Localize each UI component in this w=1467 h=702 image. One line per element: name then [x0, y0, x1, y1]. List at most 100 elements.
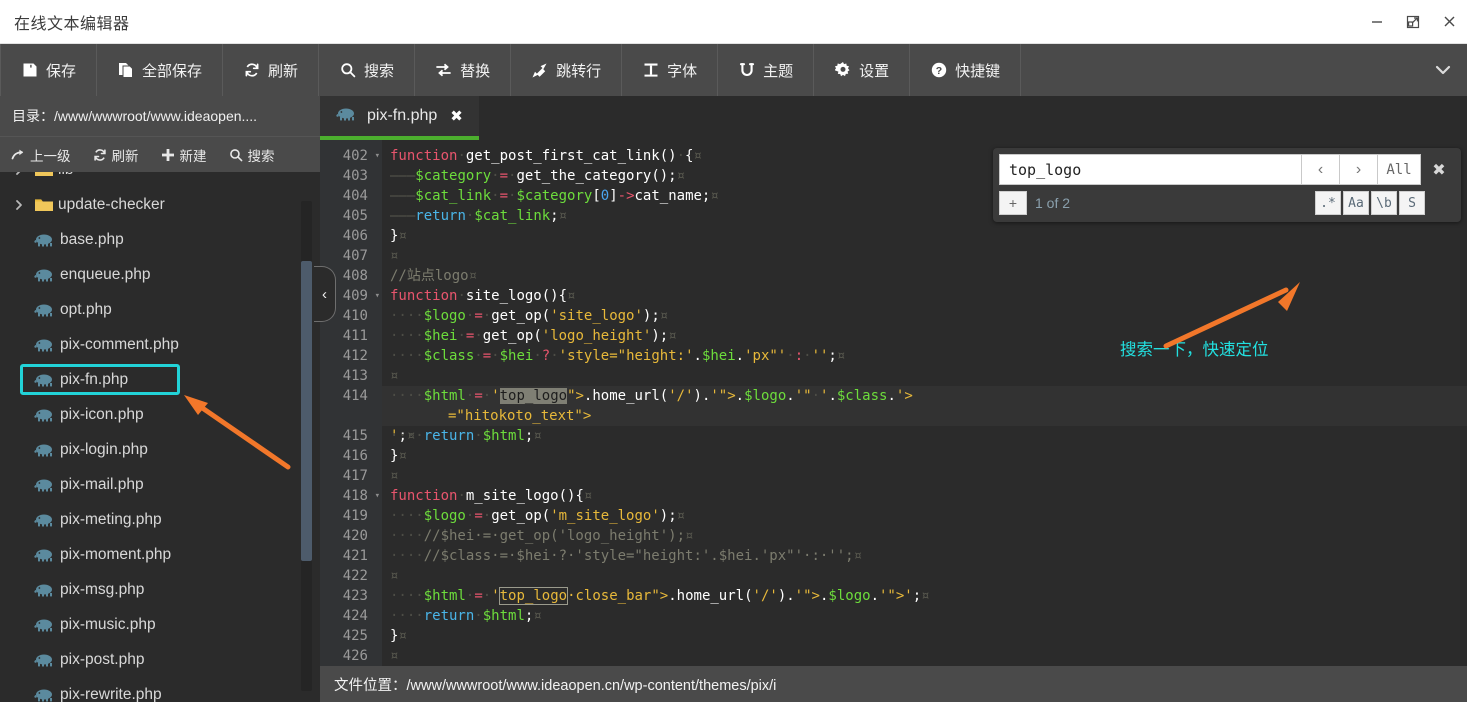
toolbar-label: 保存	[46, 62, 77, 80]
sidebar-scrollbar-thumb[interactable]	[301, 261, 312, 561]
sidebar-toolbar: 上一级 刷新 新建 搜索	[0, 136, 320, 172]
toolbar-expand-button[interactable]	[1419, 44, 1467, 96]
toolbar-save-button[interactable]: 保存	[0, 44, 98, 96]
code-line[interactable]: ····$hei·=·get_op('logo_height');¤	[382, 326, 1467, 346]
minimize-button[interactable]	[1359, 0, 1395, 44]
find-close-button[interactable]: ✖	[1421, 154, 1457, 185]
maximize-button[interactable]	[1395, 0, 1431, 44]
title-bar: 在线文本编辑器	[0, 0, 1467, 44]
code-line[interactable]: ¤	[382, 566, 1467, 586]
line-number: 420	[342, 528, 368, 544]
toolbar-goto-line-button[interactable]: 跳转行	[511, 44, 623, 96]
toolbar-settings-button[interactable]: 设置	[814, 44, 911, 96]
code-line[interactable]: ····$html·=·'top_logo">.home_url('/').'"…	[382, 386, 1467, 406]
toolbar-search-button[interactable]: 搜索	[319, 44, 416, 96]
file-tree-item-file[interactable]: pix-music.php	[0, 607, 320, 642]
find-next-button[interactable]: ›	[1339, 154, 1377, 185]
code-line[interactable]: ····$class·=·$hei·?·'style="height:'.$he…	[382, 346, 1467, 366]
code-line[interactable]: ····$logo·=·get_op('site_logo');¤	[382, 306, 1467, 326]
file-tree-item-folder[interactable]: update-checker	[0, 187, 320, 222]
file-tree-item-file[interactable]: base.php	[0, 222, 320, 257]
file-tree-item-file[interactable]: pix-mail.php	[0, 467, 320, 502]
tab-pix-fn-php[interactable]: pix-fn.php ✖	[320, 96, 479, 140]
code-line[interactable]: ····$logo·=·get_op('m_site_logo');¤	[382, 506, 1467, 526]
code-line[interactable]: function·m_site_logo(){¤	[382, 486, 1467, 506]
file-tree-item-file[interactable]: pix-rewrite.php	[0, 677, 320, 702]
file-tree-item-file[interactable]: pix-login.php	[0, 432, 320, 467]
line-number: 422	[342, 568, 368, 584]
code-line[interactable]: ····return·$html;¤	[382, 606, 1467, 626]
replace-icon	[435, 62, 452, 79]
find-input[interactable]: top_logo	[999, 154, 1301, 185]
main-toolbar: 保存 全部保存 刷新 搜索 替换 跳转行 字体 主题 设置 ? 快捷键	[0, 44, 1467, 96]
file-tree-item-file[interactable]: pix-msg.php	[0, 572, 320, 607]
app-title: 在线文本编辑器	[14, 15, 130, 33]
tab-close-icon[interactable]: ✖	[450, 107, 463, 125]
toolbar-font-button[interactable]: 字体	[622, 44, 719, 96]
code-line[interactable]: function·site_logo(){¤	[382, 286, 1467, 306]
code-line[interactable]: ····//$hei·=·get_op('logo_height');¤	[382, 526, 1467, 546]
plus-icon	[161, 148, 175, 162]
find-panel-row-secondary: + 1 of 2 .* Aa \b S	[999, 190, 1457, 216]
line-number	[320, 406, 382, 426]
close-button[interactable]	[1431, 0, 1467, 44]
code-line[interactable]: }¤	[382, 626, 1467, 646]
line-number: 406	[342, 228, 368, 244]
php-elephant-icon	[30, 303, 60, 317]
selection-toggle[interactable]: S	[1399, 191, 1425, 215]
sidebar-scrollbar[interactable]	[301, 201, 312, 691]
line-number: 418	[320, 486, 382, 506]
find-all-button[interactable]: All	[1377, 154, 1421, 185]
sidebar-up-level-button[interactable]: 上一级	[0, 137, 82, 172]
folder-icon	[30, 172, 58, 178]
php-elephant-icon	[30, 688, 60, 702]
code-line[interactable]: ¤	[382, 366, 1467, 386]
file-tree: lib update-checker base.php enqueue.php opt.…	[0, 172, 320, 702]
file-tree-item-file[interactable]: pix-meting.php	[0, 502, 320, 537]
toolbar-refresh-button[interactable]: 刷新	[223, 44, 320, 96]
gear-icon	[834, 62, 851, 79]
code-line[interactable]: }¤	[382, 226, 1467, 246]
file-tree-item-file[interactable]: pix-post.php	[0, 642, 320, 677]
save-all-icon	[117, 62, 134, 79]
file-tree-item-folder[interactable]: lib	[0, 172, 320, 187]
regex-toggle[interactable]: .*	[1315, 191, 1341, 215]
toolbar-replace-button[interactable]: 替换	[415, 44, 512, 96]
search-icon	[339, 62, 356, 79]
toolbar-theme-button[interactable]: 主题	[718, 44, 815, 96]
file-tree-item-file[interactable]: pix-moment.php	[0, 537, 320, 572]
file-tree-item-file[interactable]: enqueue.php	[0, 257, 320, 292]
whole-word-toggle[interactable]: \b	[1371, 191, 1397, 215]
sidebar-refresh-button[interactable]: 刷新	[82, 137, 150, 172]
file-tree-item-file[interactable]: opt.php	[0, 292, 320, 327]
code-line[interactable]: ····//$class·=·$hei·?·'style="height:'.$…	[382, 546, 1467, 566]
sidebar-collapse-handle[interactable]: ‹	[314, 266, 336, 322]
file-tree-item-file[interactable]: pix-comment.php	[0, 327, 320, 362]
match-case-toggle[interactable]: Aa	[1343, 191, 1369, 215]
file-tree-item-file[interactable]: pix-fn.php	[0, 362, 320, 397]
code-line[interactable]: ¤	[382, 466, 1467, 486]
chevron-right-icon[interactable]	[8, 172, 30, 176]
tab-label: pix-fn.php	[367, 107, 438, 124]
code-line[interactable]: ¤	[382, 646, 1467, 666]
code-line[interactable]: }¤	[382, 446, 1467, 466]
code-line[interactable]: ····$html·=·'top_logo·close_bar">.home_u…	[382, 586, 1467, 606]
line-number: 424	[342, 608, 368, 624]
find-prev-button[interactable]: ‹	[1301, 154, 1339, 185]
file-tree-item-file[interactable]: pix-icon.php	[0, 397, 320, 432]
php-elephant-icon	[30, 513, 60, 527]
sidebar-new-button[interactable]: 新建	[150, 137, 218, 172]
code-line[interactable]: ····return·$html;¤	[382, 426, 1467, 446]
code-line[interactable]: //站点logo¤	[382, 266, 1467, 286]
code-line[interactable]: ¤	[382, 246, 1467, 266]
chevron-right-icon[interactable]	[8, 199, 30, 211]
toolbar-save-all-button[interactable]: 全部保存	[97, 44, 224, 96]
toolbar-shortcut-button[interactable]: ? 快捷键	[910, 44, 1022, 96]
sidebar-action-label: 新建	[179, 148, 207, 164]
find-expand-button[interactable]: +	[999, 191, 1027, 215]
code-line[interactable]: ="hitokoto_text"> ';¤	[382, 406, 1467, 444]
sidebar-search-button[interactable]: 搜索	[218, 137, 286, 172]
code-editor[interactable]: 4024034044054064074084094104114124134144…	[320, 140, 1467, 666]
find-options: .* Aa \b S	[1315, 191, 1457, 215]
line-number: 403	[342, 168, 368, 184]
